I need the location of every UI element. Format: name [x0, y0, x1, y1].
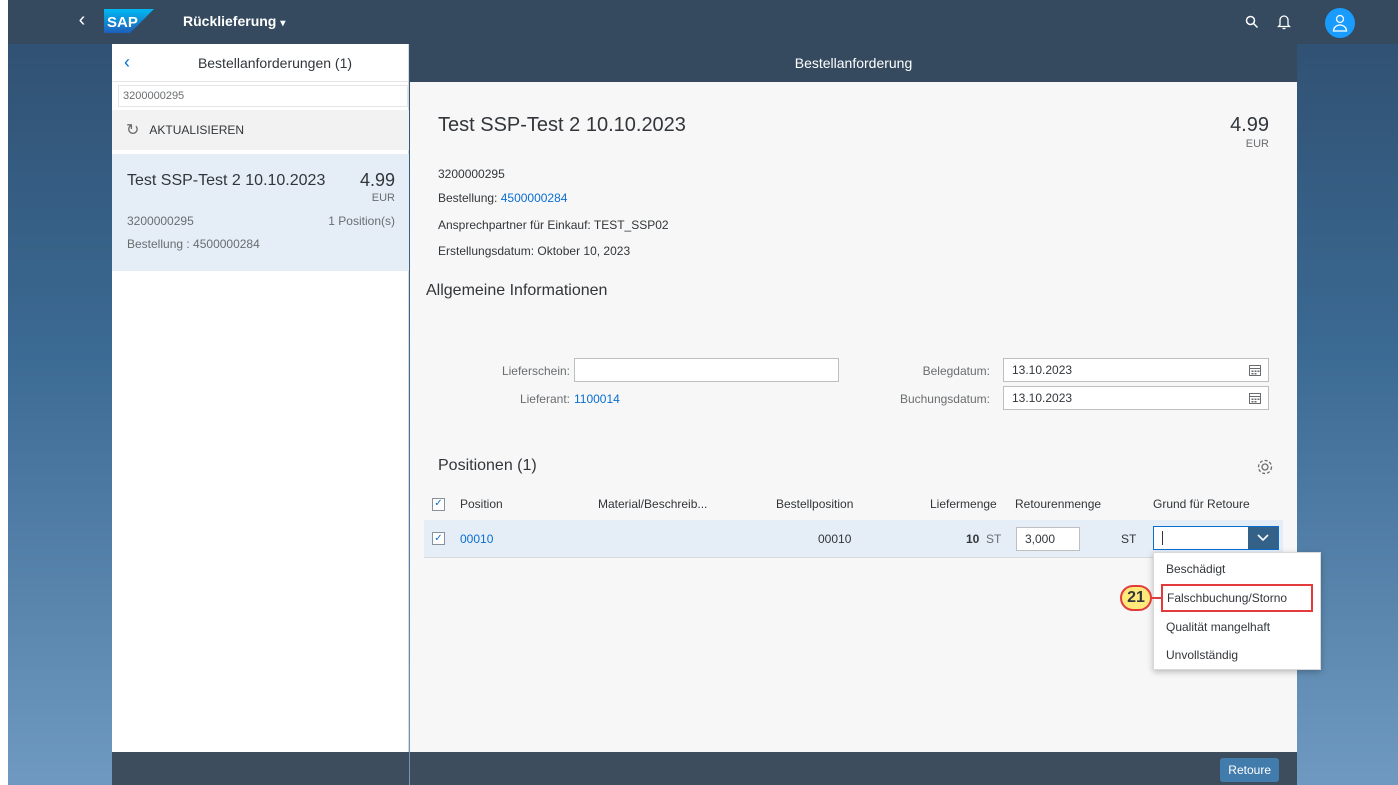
buchungsdatum-label: Buchungsdatum:: [899, 392, 990, 406]
lieferschein-input[interactable]: [574, 358, 839, 382]
row-order-position: 00010: [818, 531, 852, 546]
table-header: ✓ Position Material/Beschreib... Bestell…: [424, 489, 1283, 519]
detail-panel: Bestellanforderung Test SSP-Test 2 10.10…: [410, 44, 1297, 785]
section-general-title: Allgemeine Informationen: [426, 282, 608, 299]
return-reason-select[interactable]: [1153, 526, 1279, 550]
list-item-order: Bestellung : 4500000284: [127, 237, 260, 251]
return-reason-dropdown: Beschädigt Falschbuchung/Storno Qualität…: [1153, 552, 1321, 670]
list-item-number: 3200000295: [127, 214, 194, 228]
list-item[interactable]: Test SSP-Test 2 10.10.2023 4.99 EUR 3200…: [112, 154, 409, 271]
object-title: Test SSP-Test 2 10.10.2023: [438, 114, 686, 136]
option-falschbuchung-storno[interactable]: Falschbuchung/Storno: [1161, 584, 1313, 612]
callout-connector: [1151, 597, 1161, 599]
refresh-icon: ↻: [126, 122, 140, 139]
search-icon[interactable]: [1240, 10, 1264, 34]
row-return-qty-cell: [1016, 520, 1080, 557]
bell-icon[interactable]: [1272, 10, 1296, 34]
caret-down-icon: ▾: [280, 18, 286, 29]
user-icon: [1332, 14, 1348, 32]
master-title: Bestellanforderungen (1): [197, 55, 353, 71]
detail-header: Bestellanforderung: [410, 44, 1297, 82]
row-checkbox[interactable]: ✓: [432, 520, 445, 557]
app-title-text: Rücklieferung: [183, 13, 277, 29]
order-link[interactable]: 4500000284: [501, 191, 568, 205]
gear-icon[interactable]: [1256, 458, 1274, 476]
callout-badge: 21: [1120, 585, 1152, 611]
search-input[interactable]: [118, 85, 408, 107]
col-delivered-qty: Liefermenge: [930, 497, 997, 511]
back-icon[interactable]: ‹: [70, 8, 94, 32]
belegdatum-input[interactable]: 13.10.2023: [1003, 358, 1269, 382]
list-item-amount: 4.99: [359, 170, 395, 190]
list-item-currency: EUR: [371, 192, 395, 204]
row-delivered-unit: ST: [986, 531, 1002, 546]
buchungsdatum-value: 13.10.2023: [1012, 391, 1073, 405]
text-cursor: [1162, 531, 1163, 545]
object-contact: Ansprechpartner für Einkauf: TEST_SSP02: [438, 218, 669, 232]
list-item-title: Test SSP-Test 2 10.10.2023: [127, 172, 326, 189]
row-return-unit: ST: [1121, 531, 1137, 546]
option-unvollstaendig[interactable]: Unvollständig: [1154, 641, 1320, 669]
calendar-icon[interactable]: [1248, 363, 1262, 377]
option-qualitaet-mangelhaft[interactable]: Qualität mangelhaft: [1154, 613, 1320, 641]
master-panel: ‹ Bestellanforderungen (1) ↻ AKTUALISIER…: [112, 44, 409, 785]
select-all-checkbox[interactable]: ✓: [432, 489, 445, 519]
user-avatar[interactable]: [1325, 8, 1355, 38]
object-number: 3200000295: [438, 167, 505, 181]
lieferant-label: Lieferant:: [519, 392, 570, 406]
return-qty-input[interactable]: [1016, 526, 1080, 551]
refresh-label: AKTUALISIEREN: [149, 123, 245, 137]
belegdatum-label: Belegdatum:: [922, 364, 990, 378]
object-currency: EUR: [1245, 138, 1269, 150]
svg-text:SAP: SAP: [107, 14, 138, 31]
app-title-menu[interactable]: Rücklieferung ▾: [183, 13, 285, 29]
chevron-down-icon[interactable]: [1248, 527, 1278, 549]
col-order-position: Bestellposition: [776, 497, 854, 511]
sap-logo: SAP: [104, 9, 154, 33]
master-header: ‹ Bestellanforderungen (1): [112, 44, 408, 82]
row-position-link[interactable]: 00010: [460, 520, 493, 557]
positions-title: Positionen (1): [438, 457, 537, 474]
detail-footer: Retoure: [410, 752, 1297, 785]
lieferschein-label: Lieferschein:: [501, 364, 570, 378]
belegdatum-value: 13.10.2023: [1012, 363, 1073, 377]
option-beschaedigt[interactable]: Beschädigt: [1154, 555, 1320, 583]
col-return-qty: Retourenmenge: [1015, 497, 1102, 511]
object-order: Bestellung: 4500000284: [438, 191, 567, 205]
object-created: Erstellungsdatum: Oktober 10, 2023: [438, 244, 631, 258]
order-label: Bestellung:: [438, 191, 498, 205]
col-material: Material/Beschreib...: [598, 497, 708, 511]
lieferant-link[interactable]: 1100014: [574, 392, 620, 406]
calendar-icon[interactable]: [1248, 391, 1262, 405]
col-return-reason: Grund für Retoure: [1153, 497, 1250, 511]
refresh-button[interactable]: ↻ AKTUALISIEREN: [112, 110, 409, 150]
object-amount: 4.99: [1230, 114, 1269, 136]
row-delivered-qty: 10: [966, 531, 980, 546]
master-footer: [112, 752, 409, 785]
retoure-button[interactable]: Retoure: [1220, 758, 1279, 782]
shell-bar: ‹ SAP Rücklieferung ▾: [8, 0, 1398, 44]
list-item-positions: 1 Position(s): [328, 214, 395, 228]
col-position: Position: [460, 497, 503, 511]
buchungsdatum-input[interactable]: 13.10.2023: [1003, 386, 1269, 410]
